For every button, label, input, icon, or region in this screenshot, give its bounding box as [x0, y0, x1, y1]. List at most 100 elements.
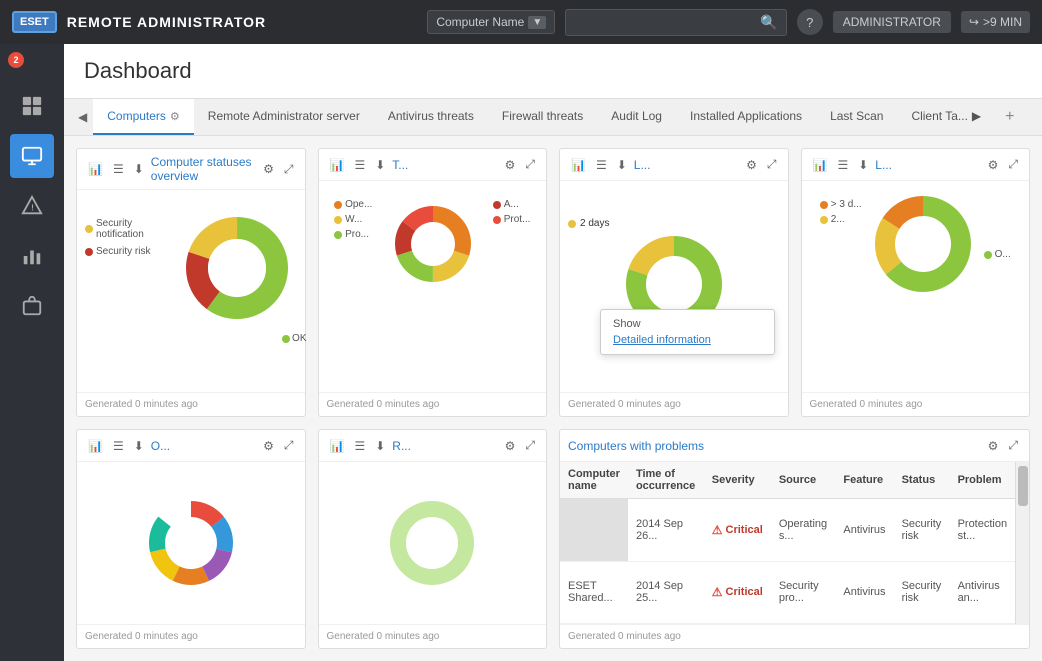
panel-legend-2b: A... Prot... — [493, 189, 531, 225]
panel-export-button-6[interactable]: ⬇ — [372, 437, 388, 455]
row2-status: Security risk — [894, 561, 950, 624]
tab-installed-apps[interactable]: Installed Applications — [676, 99, 816, 135]
warning-icon: ! — [21, 195, 43, 217]
panel-bar-chart-button-6[interactable]: 📊 — [327, 437, 348, 455]
panel-settings-button-2[interactable]: ⚙ — [502, 156, 519, 174]
panel-export-button-3[interactable]: ⬇ — [614, 156, 630, 174]
panel-expand-button-5[interactable]: ⤢ — [281, 436, 297, 455]
tab-audit-log[interactable]: Audit Log — [597, 99, 676, 135]
add-tab-button[interactable]: + — [999, 104, 1020, 130]
problems-table: Computer name Time of occurrence Severit… — [560, 462, 1015, 624]
panel-settings-button-6[interactable]: ⚙ — [502, 437, 519, 455]
row1-status: Security risk — [894, 499, 950, 562]
panel-list-button[interactable]: ☰ — [110, 160, 127, 178]
tab-firewall-threats[interactable]: Firewall threats — [488, 99, 597, 135]
col-problem: Problem — [950, 462, 1016, 499]
panel-computers-with-problems: Computers with problems ⚙ ⤢ Computer nam… — [559, 429, 1030, 649]
col-status: Status — [894, 462, 950, 499]
panel-bar-chart-button-5[interactable]: 📊 — [85, 437, 106, 455]
panel-bar-chart-button-2[interactable]: 📊 — [327, 156, 348, 174]
panel-bar-chart-button-4[interactable]: 📊 — [810, 156, 831, 174]
panel-expand-button-3[interactable]: ⤢ — [764, 155, 780, 174]
sidebar-item-alerts[interactable]: ! — [10, 184, 54, 228]
panel-export-button-5[interactable]: ⬇ — [131, 437, 147, 455]
table-scrollbar[interactable] — [1015, 462, 1029, 624]
tab-client-tasks[interactable]: Client Ta... ▶ — [897, 99, 995, 135]
row1-computer — [560, 499, 628, 562]
tab-antivirus-threats[interactable]: Antivirus threats — [374, 99, 488, 135]
tab-computers-label: Computers — [107, 109, 166, 123]
chevron-right-icon: ▶ — [972, 109, 981, 123]
help-button[interactable]: ? — [797, 9, 823, 35]
panel-list-button-6[interactable]: ☰ — [351, 437, 368, 455]
panel-t-title: T... — [392, 158, 497, 172]
panel-expand-button-7[interactable]: ⤢ — [1005, 436, 1021, 455]
panel-bar-chart-button-3[interactable]: 📊 — [568, 156, 589, 174]
panel-expand-button-2[interactable]: ⤢ — [522, 155, 538, 174]
panel-list-button-2[interactable]: ☰ — [351, 156, 368, 174]
logout-button[interactable]: ↪ >9 MIN — [961, 11, 1030, 33]
panel-expand-button[interactable]: ⤢ — [281, 160, 297, 179]
panel-settings-button-4[interactable]: ⚙ — [985, 156, 1002, 174]
panel-export-button[interactable]: ⬇ — [131, 160, 147, 178]
panel-l2-legend: > 3 d... 2... — [820, 189, 862, 225]
panel-settings-button-7[interactable]: ⚙ — [985, 437, 1002, 455]
gear-icon[interactable]: ⚙ — [170, 110, 180, 123]
panel-list-button-5[interactable]: ☰ — [110, 437, 127, 455]
panel-expand-button-4[interactable]: ⤢ — [1005, 155, 1021, 174]
chart-icon — [21, 245, 43, 267]
logout-icon: ↪ — [969, 15, 979, 29]
table-row: 2014 Sep 26... ⚠Critical Operating s... … — [560, 499, 1015, 562]
row1-feature: Antivirus — [835, 499, 893, 562]
computer-icon — [21, 145, 43, 167]
computer-name-selector[interactable]: Computer Name ▼ — [427, 10, 555, 34]
tab-last-scan[interactable]: Last Scan — [816, 99, 897, 135]
panel-legend-2: Ope... W... Pro... — [334, 189, 372, 240]
content-area: Dashboard ◀ Computers ⚙ Remote Administr… — [64, 44, 1042, 661]
sidebar-item-dashboard[interactable] — [10, 84, 54, 128]
sidebar-item-reports[interactable] — [10, 234, 54, 278]
donut-chart-4 — [868, 189, 978, 299]
sidebar-item-tools[interactable] — [10, 284, 54, 328]
sidebar-item-computers[interactable] — [10, 134, 54, 178]
search-input[interactable] — [574, 15, 754, 29]
panel-settings-button[interactable]: ⚙ — [260, 160, 277, 178]
panel-list-button-4[interactable]: ☰ — [834, 156, 851, 174]
tab-remote-admin[interactable]: Remote Administrator server — [194, 99, 374, 135]
panel-computer-statuses-title: Computer statuses overview — [151, 155, 256, 183]
panel-settings-button-3[interactable]: ⚙ — [743, 156, 760, 174]
popup-panel: Show Detailed information — [600, 309, 775, 355]
panel-expand-button-6[interactable]: ⤢ — [522, 436, 538, 455]
panel-footer-6: Generated 0 minutes ago — [319, 624, 547, 648]
donut-chart-2 — [388, 199, 478, 289]
row2-feature: Antivirus — [835, 561, 893, 624]
panel-settings-button-5[interactable]: ⚙ — [260, 437, 277, 455]
row2-computer: ESET Shared... — [560, 561, 628, 624]
panel-r: 📊 ☰ ⬇ R... ⚙ ⤢ Generated 0 minutes a — [318, 429, 548, 649]
col-feature: Feature — [835, 462, 893, 499]
panel-export-button-4[interactable]: ⬇ — [855, 156, 871, 174]
tab-computers[interactable]: Computers ⚙ — [93, 99, 194, 135]
panel-footer-3: Generated 0 minutes ago — [560, 392, 788, 416]
panel-list-button-3[interactable]: ☰ — [593, 156, 610, 174]
panel-export-button-2[interactable]: ⬇ — [372, 156, 388, 174]
sidebar: 2 ! — [0, 44, 64, 661]
search-icon[interactable]: 🔍 — [760, 14, 777, 31]
detailed-information-link[interactable]: Detailed information — [613, 334, 762, 346]
dashboard-icon — [21, 95, 43, 117]
notification-badge: 2 — [8, 52, 24, 68]
panel-footer-1: Generated 0 minutes ago — [77, 392, 305, 416]
page-title: Dashboard — [84, 58, 192, 83]
panel-footer-7: Generated 0 minutes ago — [560, 624, 1029, 648]
admin-button[interactable]: ADMINISTRATOR — [833, 11, 951, 33]
panels-grid: 📊 ☰ ⬇ Computer statuses overview ⚙ ⤢ Sec… — [64, 136, 1042, 661]
row2-problem: Antivirus an... — [950, 561, 1016, 624]
panel-computer-statuses: 📊 ☰ ⬇ Computer statuses overview ⚙ ⤢ Sec… — [76, 148, 306, 417]
tab-collapse-button[interactable]: ◀ — [72, 102, 93, 132]
panel-l1-legend: 2 days — [568, 218, 609, 229]
panel-o: 📊 ☰ ⬇ O... ⚙ ⤢ — [76, 429, 306, 649]
panel-bar-chart-button[interactable]: 📊 — [85, 160, 106, 178]
panel-l1-title: L... — [634, 158, 739, 172]
panel-r-title: R... — [392, 439, 497, 453]
tab-firewall-label: Firewall threats — [502, 109, 583, 123]
